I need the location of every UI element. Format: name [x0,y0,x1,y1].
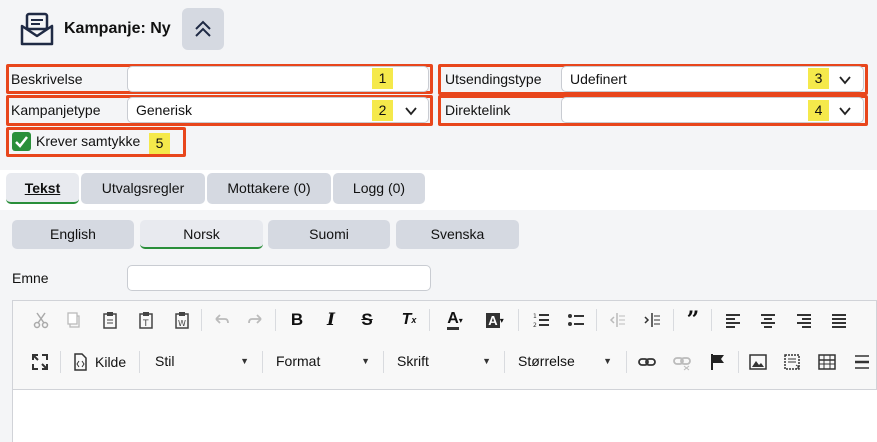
link-icon[interactable] [635,350,659,374]
unlink-icon[interactable] [670,350,694,374]
table-icon[interactable] [815,350,839,374]
indent-icon[interactable] [640,308,664,332]
html-snippet-icon[interactable] [781,350,805,374]
outdent-icon[interactable] [605,308,629,332]
svg-text:W: W [178,319,186,328]
redo-icon[interactable] [243,308,267,332]
chevron-down-icon[interactable] [838,104,852,118]
svg-text:T: T [142,319,149,329]
utsendingstype-label: Utsendingstype [445,71,542,87]
toolbar-separator [275,309,276,331]
badge-1: 1 [372,68,393,89]
page-title: Kampanje: Ny [64,20,171,37]
beskrivelse-label: Beskrivelse [11,71,83,87]
paste-text-icon[interactable]: T [134,308,158,332]
bullet-list-icon[interactable] [564,308,588,332]
align-center-icon[interactable] [756,308,780,332]
bold-icon[interactable]: B [285,308,309,332]
badge-4: 4 [808,100,829,121]
envelope-icon [20,12,54,46]
anchor-flag-icon[interactable] [706,350,730,374]
undo-icon[interactable] [210,308,234,332]
toolbar-separator [711,309,712,331]
samtykke-checkbox[interactable] [12,132,31,151]
copy-icon[interactable] [62,308,86,332]
source-button[interactable]: Kilde [95,350,135,374]
dropdown-arrow-icon: ▼ [482,356,491,366]
remove-format-icon[interactable]: Tx [397,308,421,332]
toolbar-separator [60,351,61,373]
text-color-icon[interactable]: A ▾ [441,308,469,332]
italic-icon[interactable]: I [319,308,343,332]
toolbar-separator [596,309,597,331]
toolbar-separator [626,351,627,373]
toolbar-separator [262,351,263,373]
emne-label: Emne [12,270,49,286]
direktelink-label: Direktelink [445,102,511,118]
format-label: Format [276,353,321,369]
style-dropdown[interactable]: Stil ▼ [147,349,255,373]
dropdown-arrow-icon: ▼ [240,356,249,366]
paste-icon[interactable] [98,308,122,332]
chevron-up-icon [195,20,211,37]
editor-body[interactable] [13,389,877,442]
toolbar-separator [383,351,384,373]
chevron-down-icon[interactable] [838,73,852,87]
numbered-list-icon[interactable]: 12 [529,308,553,332]
style-label: Stil [155,353,175,369]
badge-5: 5 [149,133,170,154]
svg-text:2: 2 [533,322,537,329]
toolbar-separator [201,309,202,331]
cut-icon[interactable] [29,308,53,332]
align-right-icon[interactable] [792,308,816,332]
source-icon[interactable] [68,350,92,374]
maximize-icon[interactable] [28,350,52,374]
lang-tab-english[interactable]: English [12,220,134,249]
badge-2: 2 [372,100,393,121]
blockquote-icon[interactable]: ” [681,307,705,333]
toolbar-separator [139,351,140,373]
toolbar-separator [504,351,505,373]
background-color-icon[interactable]: A ▾ [481,308,509,332]
toolbar-separator [429,309,430,331]
justify-icon[interactable] [827,308,851,332]
horizontal-rule-icon[interactable] [851,350,873,374]
paste-word-icon[interactable]: W [170,308,194,332]
size-dropdown[interactable]: Størrelse ▼ [510,349,618,373]
lang-tab-suomi[interactable]: Suomi [268,220,390,249]
toolbar-separator [518,309,519,331]
tab-logg[interactable]: Logg (0) [333,173,425,204]
kampanjetype-label: Kampanjetype [11,102,101,118]
strikethrough-icon[interactable]: S [355,308,379,332]
collapse-button[interactable] [182,8,224,50]
emne-input[interactable] [127,265,431,291]
samtykke-label: Krever samtykke [36,133,141,149]
font-label: Skrift [397,353,429,369]
toolbar-separator [738,351,739,373]
size-label: Størrelse [518,353,575,369]
svg-text:1: 1 [533,313,537,320]
toolbar-separator [673,309,674,331]
lang-tab-svenska[interactable]: Svenska [396,220,519,249]
checkmark-icon [15,136,28,148]
lang-tab-norsk[interactable]: Norsk [140,220,263,249]
tab-utvalgsregler[interactable]: Utvalgsregler [81,173,205,204]
tab-tekst[interactable]: Tekst [6,173,79,204]
badge-3: 3 [808,68,829,89]
font-dropdown[interactable]: Skrift ▼ [389,349,497,373]
image-icon[interactable] [746,350,770,374]
tab-mottakere[interactable]: Mottakere (0) [207,173,331,204]
dropdown-arrow-icon: ▼ [603,356,612,366]
chevron-down-icon[interactable] [404,104,418,118]
align-left-icon[interactable] [721,308,745,332]
format-dropdown[interactable]: Format ▼ [268,349,376,373]
dropdown-arrow-icon: ▼ [361,356,370,366]
